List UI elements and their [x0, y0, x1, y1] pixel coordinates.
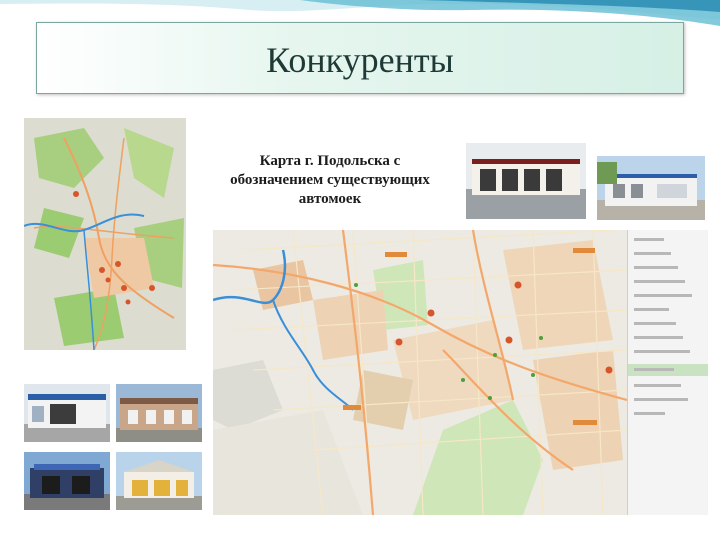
legend-item [634, 332, 708, 344]
map-caption: Карта г. Подольска с обозначением сущест… [230, 153, 430, 207]
legend-item [634, 248, 708, 260]
slide-title: Конкуренты [266, 40, 454, 80]
legend-item [634, 394, 708, 406]
legend-label-placeholder [634, 384, 681, 388]
city-map-image [213, 230, 627, 515]
carwash-photo-4 [116, 384, 202, 442]
legend-label-placeholder [634, 412, 665, 416]
legend-label-placeholder [634, 368, 674, 372]
legend-label-placeholder [634, 294, 692, 298]
legend-item [634, 290, 708, 302]
carwash-photo-3 [24, 384, 110, 442]
legend-label-placeholder [634, 280, 685, 284]
legend-item [634, 408, 708, 420]
legend-label-placeholder [634, 336, 683, 340]
legend-item [634, 380, 708, 392]
legend-item [634, 346, 708, 358]
carwash-photo-5 [24, 452, 110, 510]
legend-item [634, 318, 708, 330]
legend-label-placeholder [634, 350, 690, 354]
carwash-photo-6 [116, 452, 202, 510]
carwash-photo-1 [466, 143, 586, 219]
title-box: Конкуренты [36, 22, 684, 94]
map-legend [627, 230, 708, 515]
legend-label-placeholder [634, 252, 671, 256]
legend-item [634, 304, 708, 316]
legend-item [634, 276, 708, 288]
legend-item [634, 234, 708, 246]
legend-item-active [628, 364, 708, 376]
overview-map-image [24, 118, 186, 350]
legend-label-placeholder [634, 308, 669, 312]
legend-item [634, 262, 708, 274]
carwash-photo-2 [597, 156, 705, 220]
legend-label-placeholder [634, 266, 678, 270]
legend-label-placeholder [634, 398, 688, 402]
legend-label-placeholder [634, 322, 676, 326]
legend-label-placeholder [634, 238, 664, 242]
